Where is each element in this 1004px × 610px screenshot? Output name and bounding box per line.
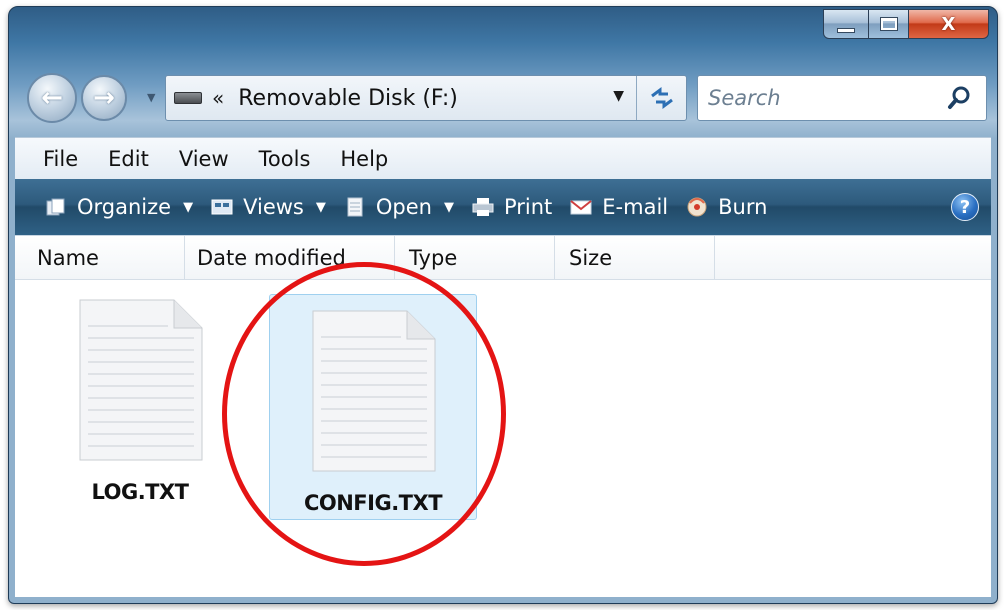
open-button[interactable]: Open ▼ — [344, 195, 454, 219]
red-highlight-circle — [222, 262, 506, 566]
close-icon: X — [941, 13, 956, 35]
removable-drive-icon — [174, 92, 202, 104]
print-button[interactable]: Print — [472, 195, 552, 219]
menu-view[interactable]: View — [179, 145, 229, 173]
address-dropdown-icon[interactable]: ▼ — [613, 88, 624, 104]
minimize-icon — [837, 27, 855, 33]
menu-edit[interactable]: Edit — [108, 145, 149, 173]
search-icon[interactable] — [946, 84, 974, 112]
back-arrow-icon: ← — [41, 83, 63, 113]
menu-file[interactable]: File — [43, 145, 78, 173]
organize-label: Organize — [77, 195, 172, 219]
email-button[interactable]: E-mail — [570, 195, 668, 219]
command-bar: Organize ▼ Views ▼ Open ▼ Print E-mail B… — [15, 179, 991, 235]
minimize-button[interactable] — [823, 9, 869, 39]
maximize-icon — [879, 17, 898, 31]
printer-icon — [472, 198, 494, 216]
burn-disc-icon — [687, 197, 707, 217]
help-icon[interactable]: ? — [951, 193, 979, 221]
address-path[interactable]: Removable Disk (F:) — [238, 86, 458, 111]
search-input[interactable] — [708, 86, 928, 110]
views-label: Views — [243, 195, 304, 219]
close-button[interactable]: X — [909, 9, 989, 39]
menu-bar: File Edit View Tools Help — [15, 137, 991, 179]
forward-button[interactable]: → — [81, 75, 127, 121]
back-button[interactable]: ← — [27, 73, 77, 123]
email-label: E-mail — [602, 195, 669, 219]
column-headers: Name Date modified Type Size — [15, 236, 991, 280]
text-document-icon — [79, 299, 203, 461]
recent-pages-dropdown-icon[interactable]: ▼ — [147, 91, 155, 104]
breadcrumb-overflow-chevrons[interactable]: « — [212, 86, 224, 110]
open-dropdown-icon: ▼ — [443, 199, 454, 215]
refresh-button[interactable] — [636, 76, 686, 120]
file-item-log[interactable]: LOG.TXT — [55, 296, 225, 504]
views-button[interactable]: Views ▼ — [211, 195, 326, 219]
column-header-size[interactable]: Size — [555, 236, 715, 280]
organize-button[interactable]: Organize ▼ — [45, 195, 193, 219]
column-header-name[interactable]: Name — [15, 236, 185, 280]
maximize-button[interactable] — [869, 9, 909, 39]
views-icon — [211, 199, 233, 215]
file-name: LOG.TXT — [91, 480, 189, 504]
explorer-window: X ← → ▼ « Removable Disk (F:) ▼ Search F… — [8, 6, 998, 604]
burn-label: Burn — [718, 195, 768, 219]
navigation-bar: ← → ▼ « Removable Disk (F:) ▼ — [9, 63, 997, 123]
menu-tools[interactable]: Tools — [259, 145, 311, 173]
address-bar[interactable]: « Removable Disk (F:) ▼ — [165, 75, 687, 121]
organize-dropdown-icon: ▼ — [183, 199, 194, 215]
caption-buttons: X — [823, 9, 989, 39]
print-label: Print — [503, 195, 553, 219]
menu-help[interactable]: Help — [340, 145, 388, 173]
search-box[interactable] — [697, 75, 987, 121]
forward-arrow-icon: → — [93, 83, 115, 113]
burn-button[interactable]: Burn — [686, 195, 767, 219]
open-document-icon — [347, 197, 363, 217]
email-icon — [570, 200, 592, 215]
open-label: Open — [375, 195, 432, 219]
organize-icon — [46, 198, 65, 216]
refresh-icon — [650, 87, 673, 109]
views-dropdown-icon: ▼ — [315, 199, 326, 215]
